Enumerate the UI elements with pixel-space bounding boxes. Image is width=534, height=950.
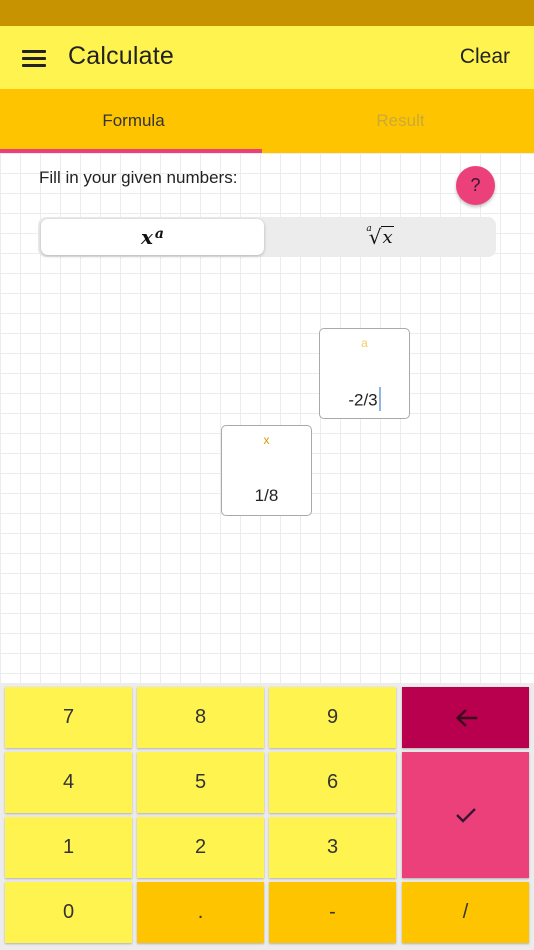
- clear-button[interactable]: Clear: [460, 45, 510, 69]
- backspace-button[interactable]: [402, 687, 529, 748]
- tab-result[interactable]: Result: [267, 89, 534, 153]
- key-5[interactable]: 5: [137, 752, 264, 813]
- power-exponent: a: [154, 226, 164, 242]
- root-index: a: [366, 224, 372, 234]
- exponent-a-input[interactable]: a -2/3: [319, 328, 410, 419]
- exponent-a-label: a: [361, 336, 368, 350]
- key-1[interactable]: 1: [5, 817, 132, 878]
- power-base: x: [140, 225, 153, 249]
- key-fraction[interactable]: /: [402, 882, 529, 943]
- formula-panel: Fill in your given numbers: ? xa a √ x a -…: [0, 153, 534, 683]
- base-x-value: 1/8: [254, 486, 279, 505]
- page-title: Calculate: [68, 42, 175, 70]
- help-button[interactable]: ?: [456, 166, 495, 205]
- tab-formula[interactable]: Formula: [0, 89, 267, 153]
- confirm-button[interactable]: [402, 752, 529, 878]
- key-minus[interactable]: -: [269, 882, 396, 943]
- tab-bar: Formula Result: [0, 89, 534, 153]
- text-cursor: [378, 387, 381, 411]
- root-radicand: x: [381, 226, 394, 248]
- key-7[interactable]: 7: [5, 687, 132, 748]
- key-decimal[interactable]: .: [137, 882, 264, 943]
- backspace-arrow-icon: [455, 708, 477, 727]
- formula-mode-selector: xa a √ x: [38, 217, 496, 257]
- app-bar: Calculate Clear: [0, 26, 534, 89]
- power-mode-option[interactable]: xa: [41, 219, 264, 255]
- exponent-a-value: -2/3: [348, 390, 378, 410]
- number-keypad: 7 8 9 4 5 6 1 2 3 0 . - /: [0, 683, 534, 950]
- base-x-input[interactable]: x 1/8: [221, 425, 312, 516]
- key-6[interactable]: 6: [269, 752, 396, 813]
- exponent-a-value-wrap: -2/3: [320, 387, 409, 413]
- key-8[interactable]: 8: [137, 687, 264, 748]
- key-9[interactable]: 9: [269, 687, 396, 748]
- key-2[interactable]: 2: [137, 817, 264, 878]
- root-mode-option[interactable]: a √ x: [266, 219, 494, 255]
- check-icon: [455, 808, 476, 823]
- menu-icon[interactable]: [22, 50, 46, 67]
- instruction-text: Fill in your given numbers:: [39, 168, 238, 187]
- base-x-label: x: [263, 433, 270, 447]
- key-3[interactable]: 3: [269, 817, 396, 878]
- key-0[interactable]: 0: [5, 882, 132, 943]
- key-4[interactable]: 4: [5, 752, 132, 813]
- status-bar: [0, 0, 534, 26]
